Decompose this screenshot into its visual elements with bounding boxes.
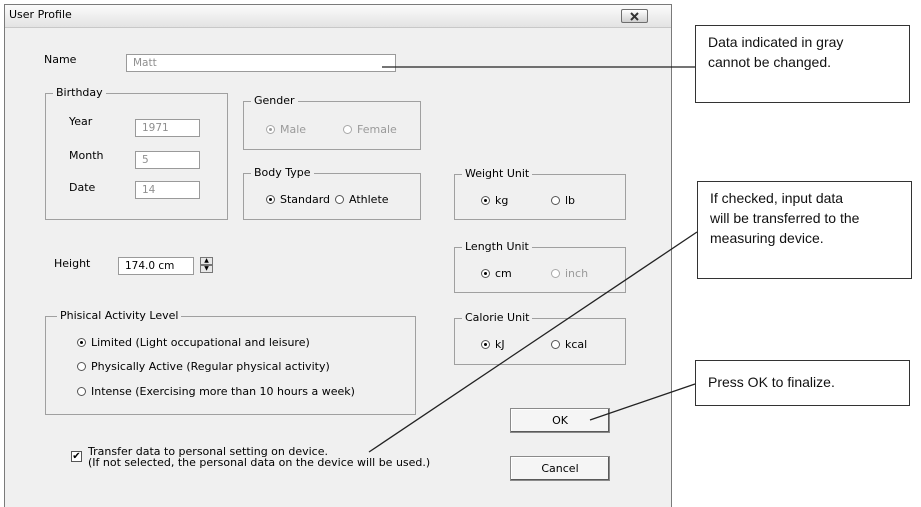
height-spinner[interactable]: ▲ ▼: [200, 257, 213, 273]
cancel-button[interactable]: Cancel: [510, 456, 610, 481]
callout-text: If checked, input data: [710, 190, 844, 206]
calorie-kcal-radio[interactable]: kcal: [551, 338, 587, 351]
radio-selected-icon: [481, 269, 490, 278]
month-field: 5: [135, 151, 200, 169]
callout-text: measuring device.: [710, 230, 824, 246]
year-label: Year: [69, 115, 93, 128]
radio-selected-icon: [481, 196, 490, 205]
transfer-checkbox[interactable]: ✔: [71, 451, 82, 462]
activity-option-active[interactable]: Physically Active (Regular physical acti…: [77, 360, 330, 373]
callout-text: Data indicated in gray: [708, 34, 844, 50]
weight-unit-group: [454, 174, 626, 220]
body-type-standard-label: Standard: [280, 193, 331, 206]
callout-transfer: If checked, input data will be transferr…: [697, 181, 912, 279]
radio-unselected-icon: [551, 340, 560, 349]
height-label: Height: [54, 257, 91, 270]
activity-level-legend: Phisical Activity Level: [57, 309, 182, 322]
user-profile-dialog: User Profile Name Matt Birthday Year 197…: [4, 4, 672, 507]
close-icon: [630, 11, 639, 21]
radio-unselected-icon: [77, 362, 86, 371]
weight-unit-legend: Weight Unit: [462, 167, 533, 180]
gender-male-radio[interactable]: Male: [266, 123, 306, 136]
weight-lb-label: lb: [565, 194, 576, 207]
callout-gray-data: Data indicated in gray cannot be changed…: [695, 25, 910, 103]
calorie-kj-label: kJ: [495, 338, 505, 351]
title-bar: User Profile: [5, 5, 671, 28]
radio-unselected-icon: [335, 195, 344, 204]
dialog-title: User Profile: [9, 8, 72, 21]
name-field: Matt: [126, 54, 396, 72]
length-unit-group: [454, 247, 626, 293]
callout-text: Press OK to finalize.: [708, 374, 835, 390]
radio-unselected-icon: [551, 269, 560, 278]
radio-selected-icon: [77, 338, 86, 347]
weight-lb-radio[interactable]: lb: [551, 194, 575, 207]
callout-text: cannot be changed.: [708, 54, 831, 70]
body-type-standard-radio[interactable]: Standard: [266, 193, 330, 206]
length-unit-legend: Length Unit: [462, 240, 532, 253]
calorie-kj-radio[interactable]: kJ: [481, 338, 505, 351]
calorie-unit-group: [454, 318, 626, 365]
ok-button[interactable]: OK: [510, 408, 610, 433]
activity-option-limited[interactable]: Limited (Light occupational and leisure): [77, 336, 310, 349]
weight-kg-label: kg: [495, 194, 509, 207]
transfer-label-line2: (If not selected, the personal data on t…: [88, 456, 431, 469]
close-button[interactable]: [621, 9, 648, 23]
radio-selected-icon: [266, 125, 275, 134]
height-field[interactable]: 174.0 cm: [118, 257, 194, 275]
gender-legend: Gender: [251, 94, 298, 107]
radio-unselected-icon: [551, 196, 560, 205]
date-field: 14: [135, 181, 200, 199]
callout-ok: Press OK to finalize.: [695, 360, 910, 406]
length-cm-radio[interactable]: cm: [481, 267, 512, 280]
gender-male-label: Male: [280, 123, 307, 136]
spin-up-icon[interactable]: ▲: [200, 257, 213, 265]
activity-option-intense[interactable]: Intense (Exercising more than 10 hours a…: [77, 385, 355, 398]
gender-female-radio[interactable]: Female: [343, 123, 397, 136]
callout-text: will be transferred to the: [710, 210, 860, 226]
length-inch-label: inch: [565, 267, 589, 280]
length-cm-label: cm: [495, 267, 512, 280]
calorie-kcal-label: kcal: [565, 338, 588, 351]
weight-kg-radio[interactable]: kg: [481, 194, 508, 207]
spin-down-icon[interactable]: ▼: [200, 265, 213, 273]
activity-option-label: Intense (Exercising more than 10 hours a…: [91, 385, 355, 398]
radio-selected-icon: [481, 340, 490, 349]
name-label: Name: [44, 53, 77, 66]
activity-option-label: Limited (Light occupational and leisure): [91, 336, 310, 349]
radio-unselected-icon: [77, 387, 86, 396]
year-field: 1971: [135, 119, 200, 137]
gender-female-label: Female: [357, 123, 397, 136]
body-type-legend: Body Type: [251, 166, 314, 179]
birthday-legend: Birthday: [53, 86, 106, 99]
radio-unselected-icon: [343, 125, 352, 134]
body-type-athlete-label: Athlete: [349, 193, 389, 206]
checkmark-icon: ✔: [72, 450, 81, 462]
length-inch-radio[interactable]: inch: [551, 267, 588, 280]
month-label: Month: [69, 149, 104, 162]
body-type-athlete-radio[interactable]: Athlete: [335, 193, 389, 206]
activity-option-label: Physically Active (Regular physical acti…: [91, 360, 330, 373]
calorie-unit-legend: Calorie Unit: [462, 311, 533, 324]
radio-selected-icon: [266, 195, 275, 204]
date-label: Date: [69, 181, 96, 194]
